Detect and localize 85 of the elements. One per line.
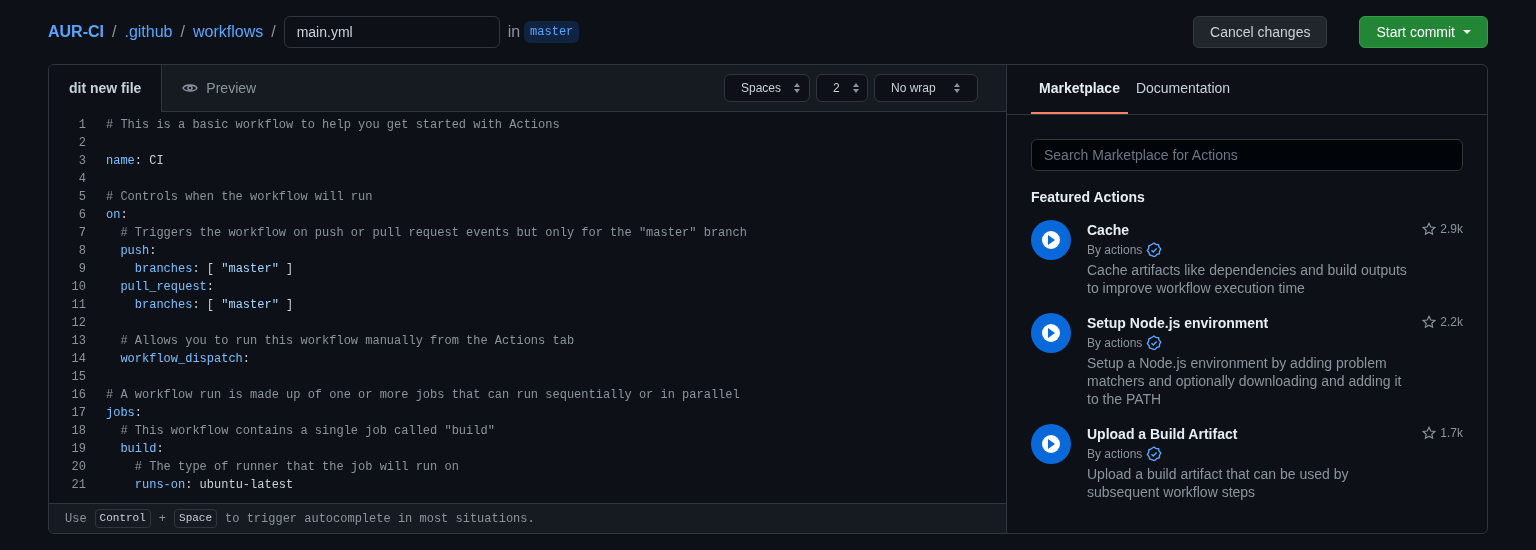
up-down-icon [851,82,860,94]
folder-link[interactable]: .github [124,20,173,44]
folder-link[interactable]: workflows [192,20,264,44]
hint-text: + [158,510,167,528]
star-count: 2.9k [1440,221,1463,238]
line-number: 14 [70,351,86,368]
line-number: 4 [77,171,86,188]
line-number: 10 [70,279,86,296]
code-line: runs-on: ubuntu-latest [133,477,294,494]
code-line: push: [119,243,157,260]
action-description: Setup a Node.js environment by adding problem matchers and optionally downloading and adding it to the PATH [1087,354,1403,408]
line-number: 5 [77,189,86,206]
branch-name: master [524,21,580,43]
hint-text: Use [65,510,87,528]
line-number: 18 [70,423,86,440]
star-icon [1422,426,1437,440]
play-icon[interactable] [1031,313,1071,353]
editor-select[interactable]: 2 [816,74,868,102]
code-line: # The type of runner that the job will run on [133,459,459,476]
code-line: pull_request: [119,279,215,296]
cancel-button[interactable]: Cancel changes [1193,16,1328,48]
code-line: name: CI [106,153,164,170]
action-title[interactable]: Setup Node.js environment [1087,313,1269,334]
line-number: 6 [77,207,86,224]
line-number: 2 [77,135,86,152]
play-icon[interactable] [1031,220,1071,260]
commit-button[interactable]: Start commit [1359,16,1488,48]
star-icon [1422,315,1437,329]
hint-text: to trigger autocomplete in most situations. [225,510,535,528]
star-count: 1.7k [1440,425,1463,442]
search-field[interactable]: Search Marketplace for Actions [1031,139,1463,171]
code-line: # This is a basic workflow to help you get started with Actions [106,117,560,134]
up-down-icon [793,82,802,94]
up-down-icon [953,82,961,94]
line-number: 1 [77,117,86,134]
line-number: 19 [70,441,86,458]
sidebar-tab[interactable]: Documentation [1127,65,1239,114]
code-line: # Controls when the workflow will run [106,189,373,206]
line-number: 11 [70,297,86,314]
sidebar-tab[interactable]: Marketplace [1031,65,1128,114]
line-number: 13 [70,333,86,350]
editor-select[interactable]: No wrap [874,74,978,102]
line-number: 7 [77,225,86,242]
line-number: 17 [70,405,86,422]
path-separator: / [179,22,186,42]
line-number: 8 [77,243,86,260]
action-author: By actions [1087,242,1143,259]
line-number: 16 [70,387,86,404]
play-icon[interactable] [1031,424,1071,464]
code-line: # Triggers the workflow on push or pull request events but only for the "master" branch [119,225,747,242]
code-line: # A workflow run is made up of one or more jobs that can run sequentially or in parallel [106,387,740,404]
in-label: in [507,22,521,42]
section-heading: Featured Actions [1031,188,1146,207]
line-number: 20 [70,459,86,476]
key-label: Space [174,509,218,528]
code-line: workflow_dispatch: [119,351,251,368]
line-number: 15 [70,369,86,386]
path-separator: / [111,22,118,42]
code-line: # Allows you to run this workflow manually from the Actions tab [119,333,575,350]
action-title[interactable]: Upload a Build Artifact [1087,424,1238,445]
code-line: # This workflow contains a single job called "build" [119,423,495,440]
line-number: 9 [77,261,86,278]
action-title[interactable]: Cache [1087,220,1130,241]
line-number: 12 [70,315,86,332]
code-line: build: [119,441,164,458]
editor-select[interactable]: Spaces [724,74,810,102]
line-number: 21 [70,477,86,494]
action-author: By actions [1087,335,1143,352]
code-line: on: [106,207,128,224]
path-separator: / [270,22,277,42]
caret-icon [1463,30,1471,34]
action-description: Cache artifacts like dependencies and build outputs to improve workflow execution time [1087,261,1407,297]
line-number: 3 [77,153,86,170]
filename-field[interactable]: main.yml [283,16,500,48]
code-line: branches: [ "master" ] [133,261,294,278]
editor-tab[interactable]: Preview [162,65,277,112]
code-line: jobs: [106,405,142,422]
star-count: 2.2k [1440,314,1463,331]
repo-link[interactable]: AUR-CI [48,20,104,44]
editor-tab[interactable]: dit new file [49,65,163,112]
key-label: Control [94,509,151,528]
star-icon [1422,222,1437,236]
code-line: branches: [ "master" ] [133,297,294,314]
action-author: By actions [1087,446,1143,463]
action-description: Upload a build artifact that can be used by subsequent workflow steps [1087,465,1350,501]
